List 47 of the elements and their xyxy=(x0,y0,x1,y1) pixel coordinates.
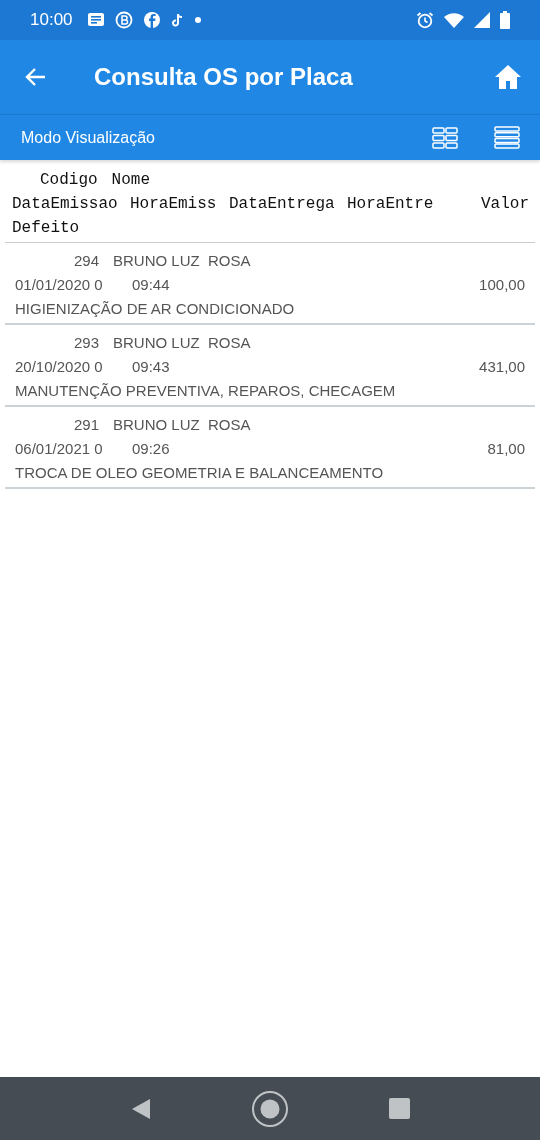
view-mode-label: Modo Visualização xyxy=(21,128,156,147)
alarm-icon xyxy=(416,11,434,29)
customer-name: BRUNO LUZ ROSA xyxy=(113,251,251,271)
status-time: 10:00 xyxy=(30,10,73,30)
dot-icon xyxy=(194,17,201,23)
message-icon xyxy=(86,12,105,28)
column-heading: DataEntrega xyxy=(229,194,336,215)
list-view-button[interactable] xyxy=(494,125,520,150)
order-code: 291 xyxy=(72,415,99,435)
signal-icon xyxy=(474,12,490,28)
recents-nav-button[interactable] xyxy=(388,1098,410,1119)
battery-icon xyxy=(500,11,510,29)
music-note-icon xyxy=(170,12,185,28)
order-row[interactable]: 291 BRUNO LUZ ROSA 06/01/2021 0 09:26 81,00 TROCA DE OLEO GEOMETRIA E BALANCEAMENTO xyxy=(5,407,535,489)
customer-name: BRUNO LUZ ROSA xyxy=(113,333,251,353)
issue-time: 09:26 xyxy=(132,439,170,459)
circle-b-icon xyxy=(114,11,133,29)
column-heading: DataEmissao xyxy=(12,194,119,215)
column-heading: Valor xyxy=(481,194,529,215)
issue-date: 06/01/2021 0 xyxy=(15,439,104,459)
issue-date: 20/10/2020 0 xyxy=(15,357,104,377)
defect-text: HIGIENIZAÇÃO DE AR CONDICIONADO xyxy=(15,299,295,319)
column-heading: HoraEntre xyxy=(347,194,435,215)
app-title: Consulta OS por Placa xyxy=(94,63,354,91)
issue-time: 09:44 xyxy=(132,275,170,295)
order-code: 294 xyxy=(72,251,99,271)
customer-name: BRUNO LUZ ROSA xyxy=(113,415,251,435)
column-heading: Codigo xyxy=(40,170,98,191)
column-heading: Defeito xyxy=(12,218,80,239)
order-code: 293 xyxy=(72,333,99,353)
order-value: 81,00 xyxy=(487,439,525,459)
home-button[interactable] xyxy=(494,64,522,90)
order-value: 431,00 xyxy=(479,357,525,377)
issue-date: 01/01/2020 0 xyxy=(15,275,104,295)
defect-text: TROCA DE OLEO GEOMETRIA E BALANCEAMENTO xyxy=(15,463,384,483)
defect-text: MANUTENÇÃO PREVENTIVA, REPAROS, CHECAGEM xyxy=(15,381,396,401)
issue-time: 09:43 xyxy=(132,357,170,377)
wifi-icon xyxy=(444,12,464,28)
order-row[interactable]: 293 BRUNO LUZ ROSA 20/10/2020 0 09:43 431,00 MANUTENÇÃO PREVENTIVA, REPAROS, CHECAGEM xyxy=(5,325,535,407)
back-nav-button[interactable] xyxy=(130,1097,151,1120)
home-nav-button[interactable] xyxy=(250,1089,289,1128)
grid-view-button[interactable] xyxy=(432,126,458,149)
facebook-icon xyxy=(142,11,161,29)
column-heading: HoraEmiss xyxy=(130,194,218,215)
column-heading: Nome xyxy=(111,170,150,191)
order-row[interactable]: 294 BRUNO LUZ ROSA 01/01/2020 0 09:44 100,00 HIGIENIZAÇÃO DE AR CONDICIONADO xyxy=(5,243,535,325)
order-value: 100,00 xyxy=(479,275,525,295)
